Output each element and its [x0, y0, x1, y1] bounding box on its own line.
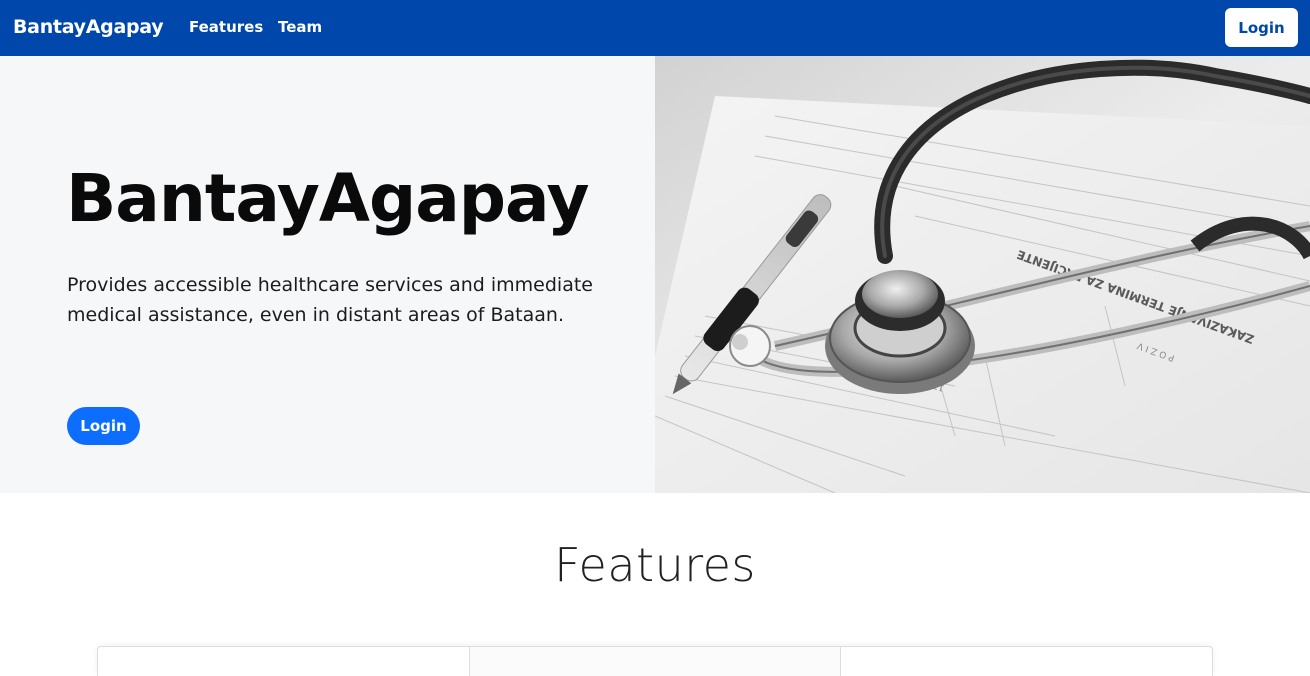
feature-card: [98, 647, 470, 676]
hero-image: 13:30 13:45 P O Z I V ZAKAZIVANJE TERMIN…: [655, 56, 1310, 493]
hero-login-button[interactable]: Login: [67, 407, 140, 445]
nav-link-team[interactable]: Team: [278, 18, 322, 36]
brand-link[interactable]: BantayAgapay: [13, 16, 164, 38]
features-heading: Features: [554, 538, 756, 592]
hero-text-panel: BantayAgapay Provides accessible healthc…: [0, 56, 655, 493]
hero-section: BantayAgapay Provides accessible healthc…: [0, 56, 1310, 493]
navbar: BantayAgapay Features Team Login: [0, 0, 1310, 56]
nav-link-features[interactable]: Features: [189, 18, 263, 36]
features-card-row: [97, 646, 1213, 676]
feature-card: [841, 647, 1212, 676]
navbar-login-button[interactable]: Login: [1225, 8, 1298, 47]
feature-card: [469, 647, 842, 676]
hero-title: BantayAgapay: [66, 160, 590, 237]
stethoscope-image: 13:30 13:45 P O Z I V ZAKAZIVANJE TERMIN…: [655, 56, 1310, 493]
hero-description: Provides accessible healthcare services …: [67, 274, 593, 326]
